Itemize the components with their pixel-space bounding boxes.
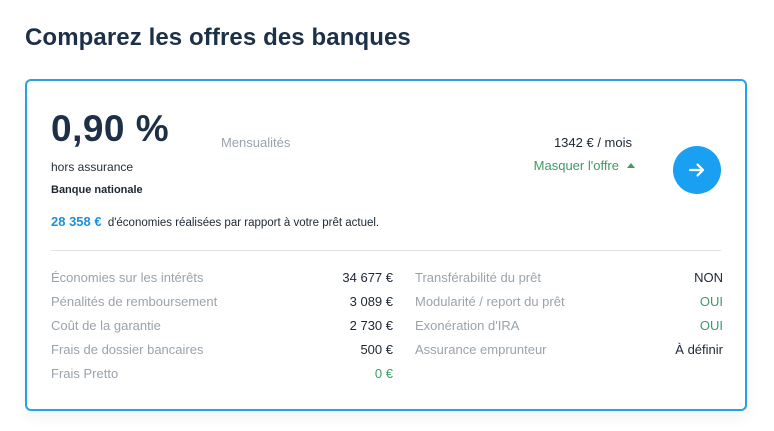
detail-label: Économies sur les intérêts: [51, 270, 204, 285]
detail-value: 3 089 €: [349, 294, 393, 309]
detail-value: OUI: [699, 294, 723, 309]
savings-amount: 28 358 €: [51, 214, 102, 229]
detail-value: OUI: [699, 318, 723, 333]
bank-name: Banque nationale: [51, 184, 143, 196]
divider: [51, 250, 721, 251]
details-right-column: Transférabilité du prêt NON Modularité /…: [415, 270, 723, 366]
detail-label: Transférabilité du prêt: [415, 270, 541, 285]
arrow-right-icon: [688, 163, 705, 177]
page-title: Comparez les offres des banques: [25, 24, 411, 51]
savings-text: d'économies réalisées par rapport à votr…: [107, 217, 380, 229]
detail-value: À définir: [675, 342, 723, 357]
caret-up-icon: [627, 162, 635, 168]
detail-row-modularity: Modularité / report du prêt OUI: [415, 294, 723, 318]
detail-row-repayment-penalties: Pénalités de remboursement 3 089 €: [51, 294, 393, 318]
detail-label: Modularité / report du prêt: [415, 294, 565, 309]
offer-rate: 0,90 %: [51, 108, 170, 149]
detail-row-borrower-insurance: Assurance emprunteur À définir: [415, 342, 723, 366]
detail-value: 0 €: [374, 366, 393, 381]
hide-offer-toggle[interactable]: Masquer l'offre: [534, 158, 635, 173]
detail-label: Exonération d'IRA: [415, 318, 520, 333]
hide-offer-label: Masquer l'offre: [533, 158, 619, 173]
savings-summary: 28 358 € d'économies réalisées par rappo…: [51, 214, 379, 229]
monthly-payment-value: 1342 € / mois: [553, 135, 632, 150]
monthly-payment-label: Mensualités: [221, 135, 291, 150]
detail-label: Frais Pretto: [51, 366, 119, 381]
details-left-column: Économies sur les intérêts 34 677 € Péna…: [51, 270, 393, 390]
view-offer-button[interactable]: [673, 146, 721, 194]
detail-value: 2 730 €: [349, 318, 393, 333]
detail-row-transferability: Transférabilité du prêt NON: [415, 270, 723, 294]
detail-value: NON: [694, 270, 723, 285]
detail-row-interest-savings: Économies sur les intérêts 34 677 €: [51, 270, 393, 294]
detail-label: Coût de la garantie: [51, 318, 161, 333]
detail-label: Assurance emprunteur: [415, 342, 547, 357]
detail-label: Pénalités de remboursement: [51, 294, 218, 309]
detail-row-guarantee-cost: Coût de la garantie 2 730 €: [51, 318, 393, 342]
rate-note: hors assurance: [51, 160, 134, 174]
offer-card: 0,90 % hors assurance Banque nationale M…: [25, 79, 747, 411]
detail-label: Frais de dossier bancaires: [51, 342, 204, 357]
detail-row-bank-fees: Frais de dossier bancaires 500 €: [51, 342, 393, 366]
detail-row-ira-exemption: Exonération d'IRA OUI: [415, 318, 723, 342]
detail-value: 34 677 €: [342, 270, 393, 285]
detail-row-pretto-fees: Frais Pretto 0 €: [51, 366, 393, 390]
detail-value: 500 €: [360, 342, 393, 357]
